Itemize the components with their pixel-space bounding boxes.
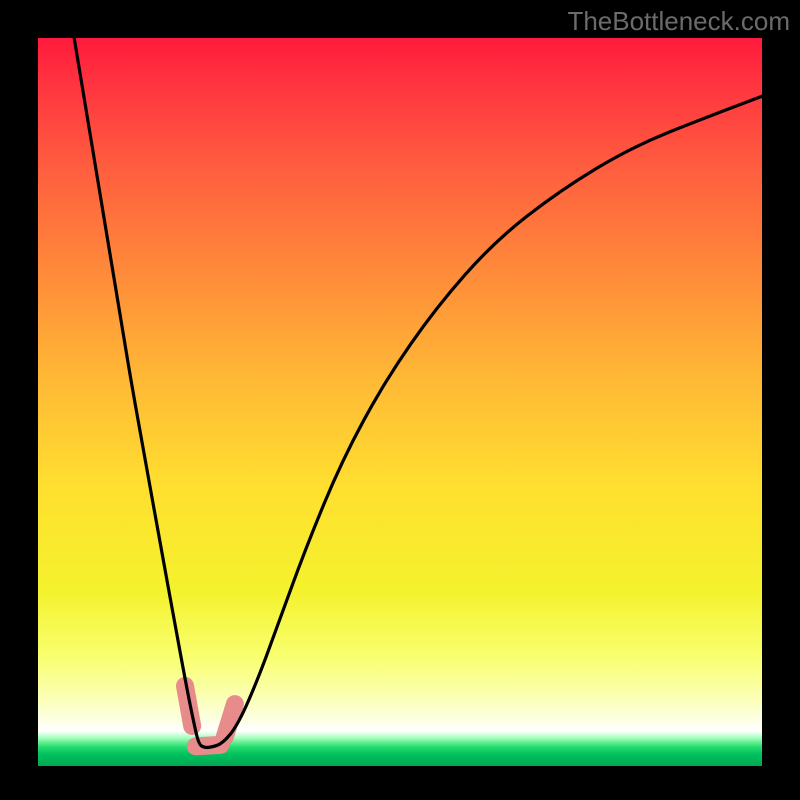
plot-area [38,38,762,766]
bottleneck-curve [74,38,762,747]
curve-svg [38,38,762,766]
chart-frame: TheBottleneck.com [0,0,800,800]
watermark-text: TheBottleneck.com [567,6,790,37]
